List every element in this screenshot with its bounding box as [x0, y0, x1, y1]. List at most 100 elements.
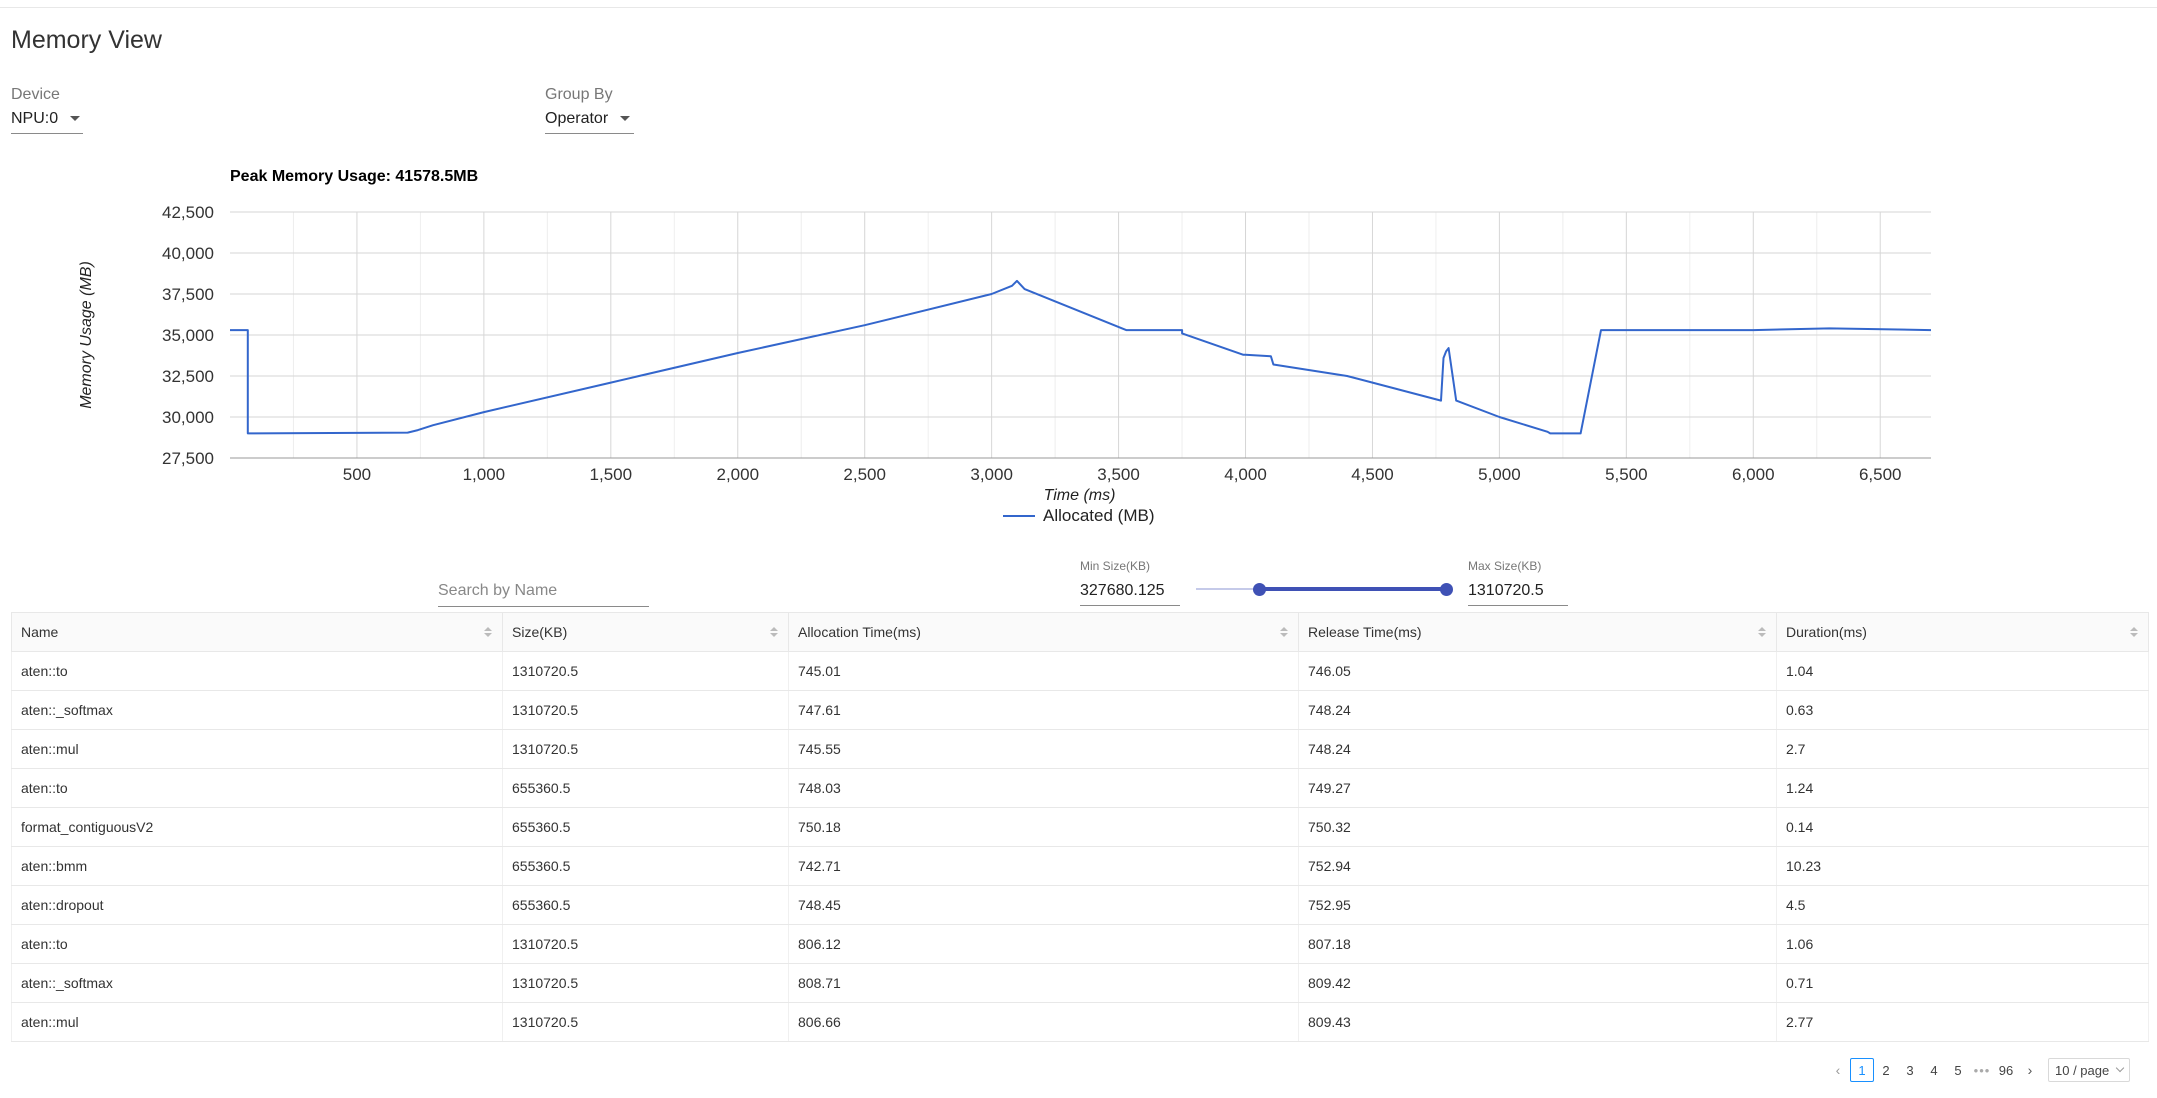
cell-name: aten::bmm: [11, 846, 503, 886]
column-header-size[interactable]: Size(KB): [502, 612, 789, 652]
page-title: Memory View: [11, 26, 162, 54]
cell-allocation-time: 750.18: [788, 807, 1299, 847]
chevron-left-icon[interactable]: ‹: [1826, 1058, 1850, 1082]
group-by-select[interactable]: Operator: [545, 104, 634, 134]
y-tick-label: 42,500: [162, 203, 214, 222]
min-size-label: Min Size(KB): [1080, 559, 1151, 573]
cell-duration: 0.63: [1776, 690, 2149, 730]
cell-allocation-time: 742.71: [788, 846, 1299, 886]
cell-allocation-time: 748.03: [788, 768, 1299, 808]
column-header-label: Release Time(ms): [1308, 624, 1422, 640]
column-header-release-time[interactable]: Release Time(ms): [1298, 612, 1777, 652]
cell-allocation-time: 745.01: [788, 651, 1299, 691]
min-size-input[interactable]: [1080, 576, 1180, 606]
cell-duration: 1.04: [1776, 651, 2149, 691]
x-tick-label: 3,000: [970, 465, 1013, 484]
table-row: aten::_softmax 1310720.5 747.61 748.24 0.63: [11, 690, 2149, 730]
search-input[interactable]: [438, 576, 649, 607]
min-size-slider-handle[interactable]: [1252, 583, 1266, 596]
chevron-down-icon: [2115, 1063, 2125, 1073]
max-size-label: Max Size(KB): [1468, 559, 1542, 573]
table-row: aten::bmm 655360.5 742.71 752.94 10.23: [11, 846, 2149, 886]
sort-icon[interactable]: [1758, 627, 1766, 637]
device-label: Device: [11, 86, 60, 103]
sort-icon[interactable]: [2130, 627, 2138, 637]
page-button-4[interactable]: 4: [1922, 1058, 1946, 1082]
x-tick-label: 500: [343, 465, 371, 484]
page-size-select[interactable]: 10 / page: [2048, 1058, 2131, 1082]
cell-size: 1310720.5: [502, 651, 789, 691]
cell-allocation-time: 808.71: [788, 963, 1299, 1003]
column-header-label: Name: [21, 624, 59, 640]
cell-name: aten::mul: [11, 1002, 503, 1042]
cell-duration: 1.24: [1776, 768, 2149, 808]
x-tick-label: 1,500: [590, 465, 633, 484]
table-row: aten::to 1310720.5 806.12 807.18 1.06: [11, 924, 2149, 964]
page-button-1[interactable]: 1: [1850, 1058, 1874, 1082]
memory-usage-chart: 27,500 30,000 32,500 35,000 37,500 40,000 42,5…: [78, 168, 1932, 525]
cell-duration: 0.14: [1776, 807, 2149, 847]
device-select[interactable]: NPU:0: [11, 104, 83, 134]
sort-icon[interactable]: [1280, 627, 1288, 637]
sort-icon[interactable]: [770, 627, 778, 637]
cell-name: aten::to: [11, 924, 503, 964]
table-row: aten::_softmax 1310720.5 808.71 809.42 0.71: [11, 963, 2149, 1003]
cell-release-time: 748.24: [1298, 729, 1777, 769]
x-tick-label: 6,500: [1859, 465, 1902, 484]
y-tick-label: 32,500: [162, 367, 214, 386]
x-tick-label: 4,500: [1351, 465, 1394, 484]
x-tick-label: 3,500: [1097, 465, 1140, 484]
device-value: NPU:0: [11, 109, 59, 127]
table-row: aten::dropout 655360.5 748.45 752.95 4.5: [11, 885, 2149, 925]
cell-size: 655360.5: [502, 807, 789, 847]
table-header-row: Name Size(KB) Allocation Time(ms) Releas…: [11, 612, 2149, 652]
group-by-label: Group By: [545, 86, 613, 103]
max-size-input[interactable]: [1468, 576, 1568, 606]
table-row: format_contiguousV2 655360.5 750.18 750.32 0…: [11, 807, 2149, 847]
cell-duration: 2.77: [1776, 1002, 2149, 1042]
cell-size: 655360.5: [502, 885, 789, 925]
page-button-2[interactable]: 2: [1874, 1058, 1898, 1082]
column-header-label: Duration(ms): [1786, 624, 1867, 640]
cell-name: aten::to: [11, 651, 503, 691]
page-button-5[interactable]: 5: [1946, 1058, 1970, 1082]
page-button-last[interactable]: 96: [1994, 1058, 2018, 1082]
page-ellipsis[interactable]: •••: [1970, 1058, 1994, 1082]
size-slider-range: [1258, 587, 1446, 591]
cell-allocation-time: 806.66: [788, 1002, 1299, 1042]
sort-icon[interactable]: [484, 627, 492, 637]
max-size-slider-handle[interactable]: [1440, 583, 1453, 596]
cell-release-time: 748.24: [1298, 690, 1777, 730]
cell-name: aten::_softmax: [11, 963, 503, 1003]
y-tick-label: 27,500: [162, 449, 214, 468]
x-tick-label: 2,000: [716, 465, 759, 484]
group-by-value: Operator: [545, 109, 609, 127]
x-tick-label: 5,000: [1478, 465, 1521, 484]
cell-release-time: 752.94: [1298, 846, 1777, 886]
series-line-allocated: [230, 279, 1932, 435]
pagination: ‹ 1 2 3 4 5 ••• 96 › 10 / page: [1826, 1058, 2131, 1082]
cell-duration: 4.5: [1776, 885, 2149, 925]
cell-duration: 10.23: [1776, 846, 2149, 886]
cell-release-time: 809.43: [1298, 1002, 1777, 1042]
column-header-allocation-time[interactable]: Allocation Time(ms): [788, 612, 1299, 652]
column-header-duration[interactable]: Duration(ms): [1776, 612, 2149, 652]
column-header-label: Size(KB): [512, 624, 568, 640]
page-button-3[interactable]: 3: [1898, 1058, 1922, 1082]
cell-name: aten::mul: [11, 729, 503, 769]
y-tick-label: 37,500: [162, 285, 214, 304]
cell-name: aten::dropout: [11, 885, 503, 925]
caret-down-icon: [620, 116, 631, 121]
x-tick-label: 1,000: [463, 465, 506, 484]
chevron-right-icon[interactable]: ›: [2018, 1058, 2042, 1082]
top-divider: [0, 0, 2157, 8]
cell-release-time: 809.42: [1298, 963, 1777, 1003]
cell-duration: 0.71: [1776, 963, 2149, 1003]
column-header-name[interactable]: Name: [11, 612, 503, 652]
cell-size: 1310720.5: [502, 924, 789, 964]
cell-allocation-time: 806.12: [788, 924, 1299, 964]
cell-size: 1310720.5: [502, 1002, 789, 1042]
table-row: aten::to 1310720.5 745.01 746.05 1.04: [11, 651, 2149, 691]
x-tick-label: 6,000: [1732, 465, 1775, 484]
cell-allocation-time: 748.45: [788, 885, 1299, 925]
